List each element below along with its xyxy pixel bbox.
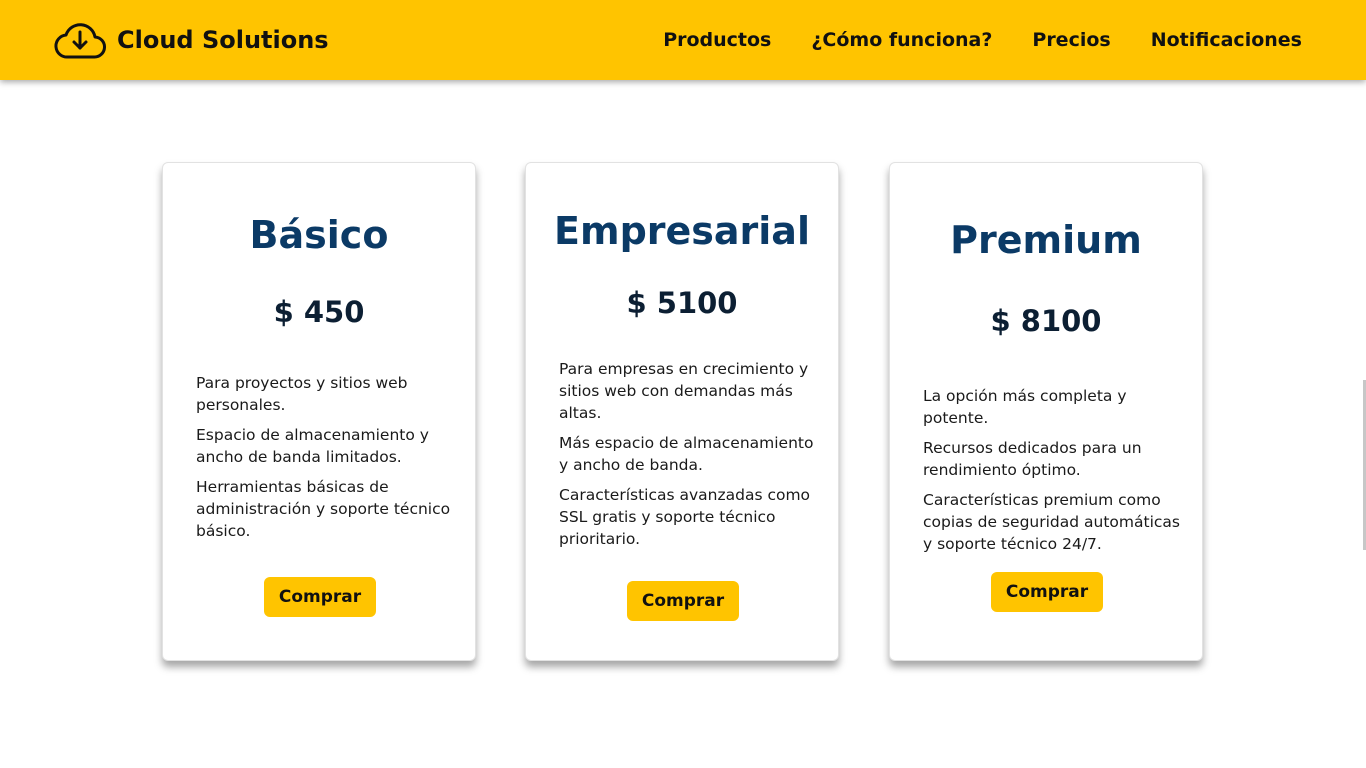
plan-features: La opción más completa y potente. Recurs… — [923, 385, 1185, 563]
main-nav: Productos ¿Cómo funciona? Precios Notifi… — [623, 0, 1302, 80]
nav-link-productos[interactable]: Productos — [663, 29, 771, 51]
plan-title: Básico — [249, 213, 389, 257]
plan-title: Empresarial — [554, 209, 810, 253]
feature-item: La opción más completa y potente. — [923, 387, 1127, 427]
plan-price: $ 450 — [273, 295, 365, 329]
feature-item: Para empresas en crecimiento y sitios we… — [559, 360, 809, 422]
buy-button-premium[interactable]: Comprar — [991, 572, 1103, 612]
plan-card-empresarial: Empresarial $ 5100 Para empresas en crec… — [525, 162, 839, 661]
cloud-download-icon — [54, 19, 106, 61]
brand-logo[interactable]: Cloud Solutions — [54, 17, 329, 63]
plan-card-premium: Premium $ 8100 La opción más completa y … — [889, 162, 1203, 661]
feature-item: Para proyectos y sitios web personales. — [196, 374, 408, 414]
feature-item: Espacio de almacenamiento y ancho de ban… — [196, 426, 429, 466]
nav-link-como-funciona[interactable]: ¿Cómo funciona? — [811, 29, 992, 51]
plan-title: Premium — [950, 218, 1142, 262]
plan-price: $ 8100 — [990, 304, 1102, 338]
feature-item: Más espacio de almacenamiento y ancho de… — [559, 434, 814, 474]
site-header: Cloud Solutions Productos ¿Cómo funciona… — [0, 0, 1366, 80]
plan-features: Para empresas en crecimiento y sitios we… — [559, 358, 821, 558]
brand-name: Cloud Solutions — [117, 26, 329, 54]
nav-link-precios[interactable]: Precios — [1032, 29, 1110, 51]
buy-button-basico[interactable]: Comprar — [264, 577, 376, 617]
feature-item: Características premium como copias de s… — [923, 491, 1180, 553]
nav-link-notificaciones[interactable]: Notificaciones — [1151, 29, 1302, 51]
buy-button-empresarial[interactable]: Comprar — [627, 581, 739, 621]
plan-card-basico: Básico $ 450 Para proyectos y sitios web… — [162, 162, 476, 661]
feature-item: Características avanzadas como SSL grati… — [559, 486, 811, 548]
feature-item: Herramientas básicas de administración y… — [196, 478, 451, 540]
feature-item: Recursos dedicados para un rendimiento ó… — [923, 439, 1142, 479]
plan-price: $ 5100 — [626, 286, 738, 320]
plan-features: Para proyectos y sitios web personales. … — [196, 372, 458, 550]
